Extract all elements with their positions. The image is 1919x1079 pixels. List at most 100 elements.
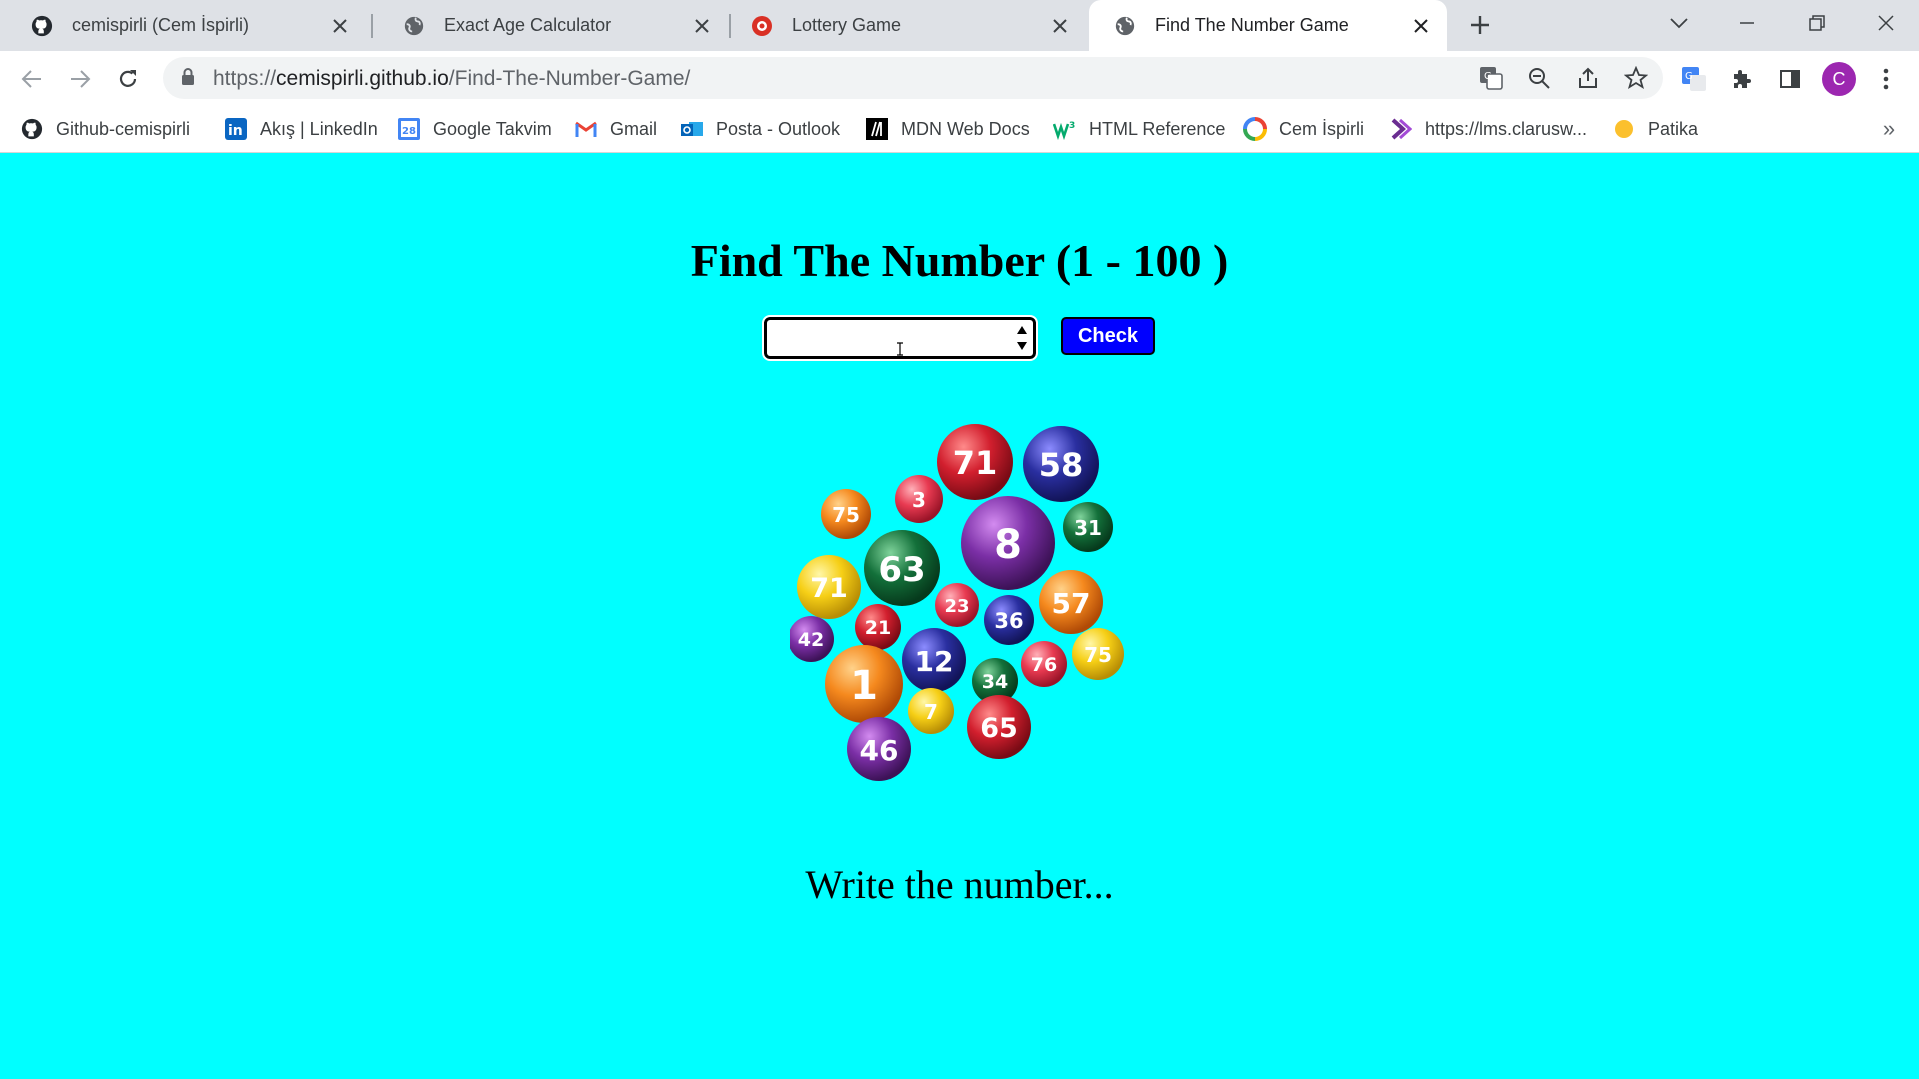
tab-github[interactable]: cemispirli (Cem İspirli) xyxy=(6,0,366,51)
bookmark-github[interactable]: Github-cemispirli xyxy=(20,115,190,143)
bookmark-outlook[interactable]: Posta - Outlook xyxy=(680,115,840,143)
tab-title: Find The Number Game xyxy=(1155,15,1349,35)
url-text: https://cemispirli.github.io/Find-The-Nu… xyxy=(213,67,690,91)
svg-text:12: 12 xyxy=(915,645,954,678)
svg-text:75: 75 xyxy=(1084,643,1112,667)
svg-text:58: 58 xyxy=(1039,446,1084,484)
mdn-icon xyxy=(865,117,889,141)
profile-avatar[interactable]: C xyxy=(1822,62,1856,96)
svg-text:34: 34 xyxy=(982,671,1008,693)
stepper-up-icon[interactable] xyxy=(1017,326,1027,334)
svg-text:3: 3 xyxy=(1069,121,1075,131)
number-input[interactable] xyxy=(762,315,1038,361)
lottery-ball: 71 xyxy=(797,555,861,619)
number-stepper[interactable] xyxy=(1015,326,1029,350)
lottery-ball: 7 xyxy=(908,688,954,734)
bookmark-google-calendar[interactable]: 28 Google Takvim xyxy=(397,115,552,143)
svg-text:46: 46 xyxy=(860,734,899,767)
svg-text:21: 21 xyxy=(865,617,891,639)
result-message: Write the number... xyxy=(805,862,1114,907)
bookmark-label: MDN Web Docs xyxy=(901,118,1030,139)
bookmark-label: Posta - Outlook xyxy=(716,118,841,139)
lottery-ball: 58 xyxy=(1023,426,1099,502)
new-tab-button[interactable] xyxy=(1465,10,1495,40)
close-icon[interactable] xyxy=(1048,14,1072,38)
browser-toolbar: https://cemispirli.github.io/Find-The-Nu… xyxy=(0,51,1919,105)
swirl-icon xyxy=(1243,117,1267,141)
bookmark-gmail[interactable]: Gmail xyxy=(574,115,657,143)
side-panel-button[interactable] xyxy=(1772,61,1808,97)
bookmark-label: HTML Reference xyxy=(1089,118,1226,139)
side-panel-icon xyxy=(1780,70,1800,88)
reload-button[interactable] xyxy=(110,61,146,97)
page-content: Find The Number (1 - 100 ) Check 71 58 3… xyxy=(0,154,1919,1079)
tab-title: Exact Age Calculator xyxy=(444,15,612,35)
tab-search-button[interactable] xyxy=(1659,6,1699,40)
double-chevron-right-icon: » xyxy=(1882,116,1896,141)
bookmarks-bar: Github-cemispirli in Akış | LinkedIn 28 … xyxy=(0,105,1919,153)
chevron-down-icon xyxy=(1670,18,1688,29)
bookmark-cem-ispirli[interactable]: Cem İspirli xyxy=(1243,115,1364,143)
bookmark-linkedin[interactable]: in Akış | LinkedIn xyxy=(224,115,378,143)
forward-button[interactable] xyxy=(62,61,98,97)
lottery-ball: 75 xyxy=(1072,628,1124,680)
close-window-button[interactable] xyxy=(1866,6,1906,40)
tab-title: Lottery Game xyxy=(792,15,902,35)
close-icon[interactable] xyxy=(690,14,714,38)
globe-icon xyxy=(402,14,426,38)
tab-find-the-number[interactable]: Find The Number Game xyxy=(1089,0,1447,51)
svg-text:G: G xyxy=(1484,71,1492,82)
svg-text:31: 31 xyxy=(1074,516,1102,540)
minimize-icon xyxy=(1740,22,1754,24)
lottery-ball: 21 xyxy=(855,604,901,650)
close-icon[interactable] xyxy=(328,14,352,38)
minimize-button[interactable] xyxy=(1727,6,1767,40)
lottery-ball: 76 xyxy=(1021,641,1067,687)
svg-text:76: 76 xyxy=(1031,654,1057,676)
translate-extension-button[interactable]: G xyxy=(1676,61,1712,97)
lottery-ball: 31 xyxy=(1063,502,1113,552)
bookmark-label: Cem İspirli xyxy=(1279,118,1365,139)
bookmark-label: Gmail xyxy=(610,118,658,139)
bookmark-mdn[interactable]: MDN Web Docs xyxy=(865,115,1030,143)
back-button[interactable] xyxy=(14,61,50,97)
share-icon[interactable] xyxy=(1573,63,1603,93)
plus-icon xyxy=(1471,16,1489,34)
github-icon xyxy=(20,117,44,141)
stepper-down-icon[interactable] xyxy=(1017,342,1027,350)
tab-lottery-game[interactable]: Lottery Game xyxy=(726,0,1086,51)
extensions-button[interactable] xyxy=(1724,61,1760,97)
check-button[interactable]: Check xyxy=(1061,317,1155,355)
bookmark-html-reference[interactable]: 3 HTML Reference xyxy=(1053,115,1225,143)
lottery-ball: 3 xyxy=(895,475,943,523)
url-scheme: https:// xyxy=(213,67,277,90)
lottery-ball: 23 xyxy=(935,583,979,627)
bookmarks-overflow-button[interactable]: » xyxy=(1874,115,1904,143)
tab-age-calculator[interactable]: Exact Age Calculator xyxy=(378,0,728,51)
zoom-icon[interactable] xyxy=(1524,63,1554,93)
svg-text:8: 8 xyxy=(994,522,1022,568)
lottery-ball: 75 xyxy=(821,489,871,539)
lottery-ball: 63 xyxy=(864,530,940,606)
lottery-ball: 36 xyxy=(984,595,1034,645)
kebab-menu-icon xyxy=(1883,68,1889,90)
lottery-icon xyxy=(750,14,774,38)
address-bar[interactable]: https://cemispirli.github.io/Find-The-Nu… xyxy=(163,57,1663,99)
star-icon[interactable] xyxy=(1621,63,1651,93)
bookmark-patika[interactable]: Patika xyxy=(1612,115,1698,143)
restore-button[interactable] xyxy=(1797,6,1837,40)
menu-button[interactable] xyxy=(1868,61,1904,97)
bookmark-label: Patika xyxy=(1648,118,1699,139)
arrow-left-icon xyxy=(21,70,41,88)
lock-icon xyxy=(181,67,195,92)
svg-text:42: 42 xyxy=(798,629,824,651)
bookmark-clarusway-lms[interactable]: https://lms.clarusw... xyxy=(1389,115,1587,143)
translate-icon[interactable]: G xyxy=(1476,63,1506,93)
w3-icon: 3 xyxy=(1053,117,1077,141)
url-host: cemispirli.github.io xyxy=(276,67,449,90)
svg-text:7: 7 xyxy=(924,700,938,724)
google-translate-icon: G xyxy=(1682,67,1706,91)
close-icon[interactable] xyxy=(1409,14,1433,38)
lottery-ball: 8 xyxy=(961,496,1055,590)
bookmark-label: Google Takvim xyxy=(433,118,552,139)
